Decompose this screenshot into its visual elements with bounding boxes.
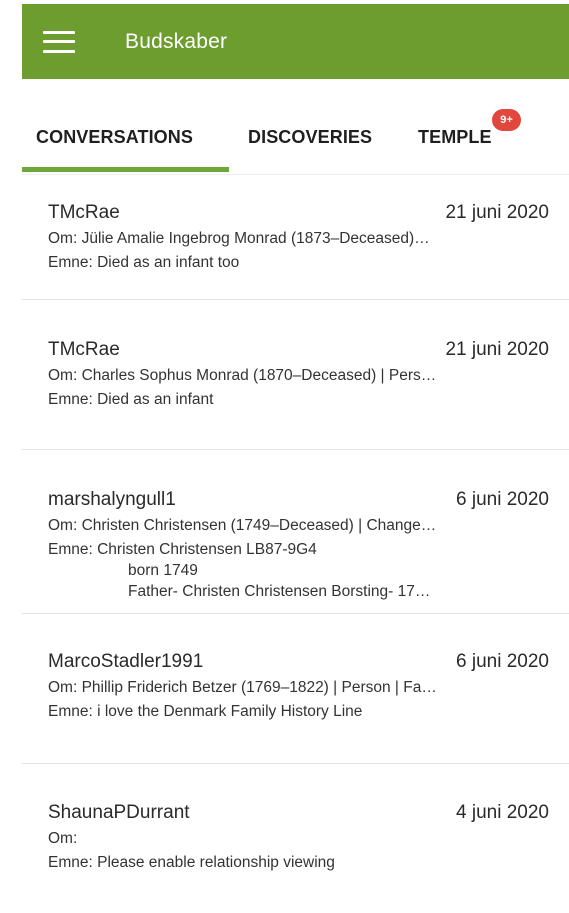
- list-item[interactable]: marshalyngull1 6 juni 2020 Om: Christen …: [22, 450, 569, 614]
- tab-bar: CONVERSATIONS DISCOVERIES TEMPLE 9+: [22, 79, 569, 175]
- subject-line-2: born 1749: [128, 562, 198, 579]
- menu-icon[interactable]: [43, 30, 75, 53]
- message-date: 21 juni 2020: [445, 202, 549, 223]
- message-date: 6 juni 2020: [456, 651, 549, 672]
- temple-count-badge: 9+: [492, 109, 521, 131]
- page-title: Budskaber: [125, 29, 228, 53]
- subject-line: Emne: Died as an infant too: [48, 254, 240, 271]
- sender-name: marshalyngull1: [48, 489, 176, 510]
- message-date: 4 juni 2020: [456, 802, 549, 823]
- tab-conversations[interactable]: CONVERSATIONS: [36, 127, 193, 148]
- subject-line: Emne: Christen Christensen LB87-9G4: [48, 541, 317, 558]
- about-line: Om: Phillip Friderich Betzer (1769–1822)…: [48, 679, 437, 696]
- about-line: Om: Charles Sophus Monrad (1870–Deceased…: [48, 367, 437, 384]
- app-bar: Budskaber: [22, 4, 569, 79]
- conversation-list: TMcRae 21 juni 2020 Om: Jülie Amalie Ing…: [22, 175, 569, 884]
- message-date: 21 juni 2020: [445, 339, 549, 360]
- subject-block: Emne: Christen Christensen LB87-9G4 born…: [48, 541, 549, 601]
- list-item[interactable]: TMcRae 21 juni 2020 Om: Jülie Amalie Ing…: [22, 175, 569, 300]
- subject-line-3: Father- Christen Christensen Borsting- 1…: [128, 583, 431, 600]
- list-item[interactable]: ShaunaPDurrant 4 juni 2020 Om: Emne: Ple…: [22, 764, 569, 884]
- sender-name: MarcoStadler1991: [48, 651, 204, 672]
- tab-temple[interactable]: TEMPLE: [418, 127, 492, 148]
- about-line: Om: Jülie Amalie Ingebrog Monrad (1873–D…: [48, 230, 430, 247]
- list-item[interactable]: TMcRae 21 juni 2020 Om: Charles Sophus M…: [22, 300, 569, 450]
- tab-discoveries[interactable]: DISCOVERIES: [248, 127, 372, 148]
- about-line: Om: Christen Christensen (1749–Deceased)…: [48, 517, 437, 534]
- list-item[interactable]: MarcoStadler1991 6 juni 2020 Om: Phillip…: [22, 614, 569, 764]
- sender-name: TMcRae: [48, 202, 120, 223]
- subject-line: Emne: i love the Denmark Family History …: [48, 703, 363, 720]
- active-tab-indicator: [22, 167, 229, 172]
- subject-line: Emne: Died as an infant: [48, 391, 214, 408]
- app-frame: Budskaber CONVERSATIONS DISCOVERIES TEMP…: [22, 4, 569, 913]
- subject-line: Emne: Please enable relationship viewing: [48, 854, 335, 871]
- sender-name: TMcRae: [48, 339, 120, 360]
- sender-name: ShaunaPDurrant: [48, 802, 190, 823]
- about-line: Om:: [48, 830, 78, 847]
- message-date: 6 juni 2020: [456, 489, 549, 510]
